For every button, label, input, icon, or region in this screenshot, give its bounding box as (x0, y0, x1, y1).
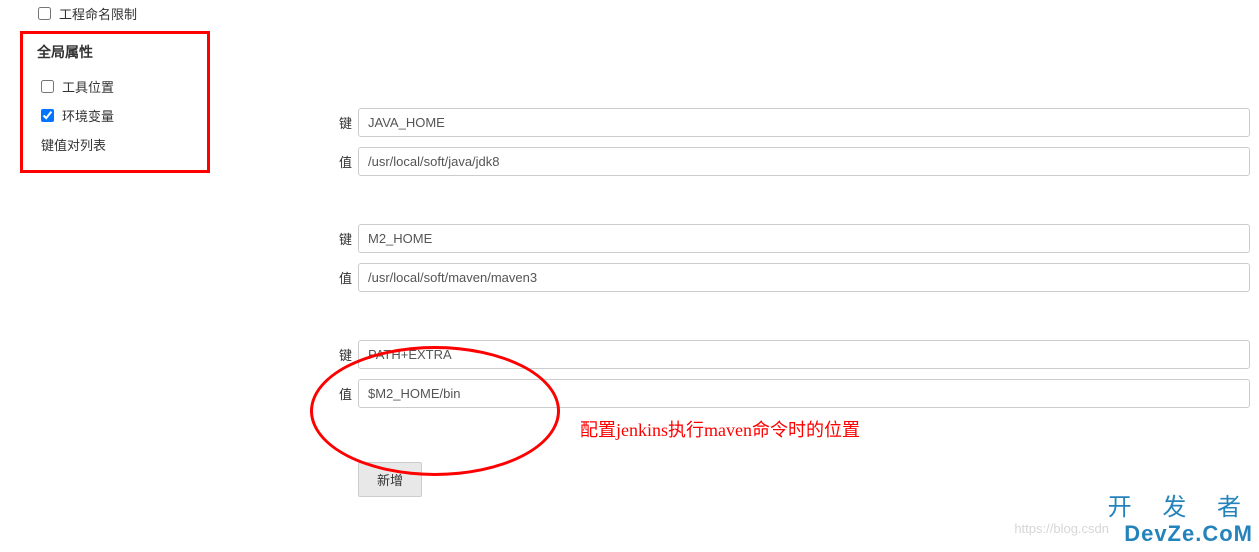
m2-home-key-input[interactable] (358, 224, 1250, 253)
add-button[interactable]: 新增 (358, 462, 422, 497)
kv-list-label: 键值对列表 (37, 130, 193, 156)
watermark-line1: 开 发 者 (1096, 495, 1253, 521)
watermark-logo: 开 发 者 DevZe.CoM (1096, 495, 1253, 546)
tool-location-label: 工具位置 (62, 77, 114, 96)
env-var-group-java-home: 键 值 (330, 108, 1250, 176)
env-variables-row: 环境变量 (37, 101, 193, 130)
sidebar-top-item: 工程命名限制 (20, 0, 210, 31)
env-var-group-path-extra: 键 值 (330, 340, 1250, 408)
tool-location-row: 工具位置 (37, 72, 193, 101)
project-naming-label: 工程命名限制 (59, 4, 137, 23)
path-extra-value-input[interactable] (358, 379, 1250, 408)
global-properties-highlight: 全局属性 工具位置 环境变量 键值对列表 (20, 31, 210, 173)
key-label: 键 (330, 229, 352, 248)
value-label: 值 (330, 152, 352, 171)
project-naming-checkbox[interactable] (38, 7, 51, 20)
env-variables-label: 环境变量 (62, 106, 114, 125)
annotation-text: 配置jenkins执行maven命令时的位置 (580, 416, 860, 442)
watermark-line2: DevZe.CoM (1096, 522, 1253, 546)
env-var-group-m2-home: 键 值 (330, 224, 1250, 292)
env-variables-checkbox[interactable] (41, 109, 54, 122)
m2-home-value-input[interactable] (358, 263, 1250, 292)
value-label: 值 (330, 384, 352, 403)
tool-location-checkbox[interactable] (41, 80, 54, 93)
key-label: 键 (330, 113, 352, 132)
java-home-value-input[interactable] (358, 147, 1250, 176)
path-extra-key-input[interactable] (358, 340, 1250, 369)
global-properties-title: 全局属性 (37, 42, 193, 62)
java-home-key-input[interactable] (358, 108, 1250, 137)
key-label: 键 (330, 345, 352, 364)
value-label: 值 (330, 268, 352, 287)
